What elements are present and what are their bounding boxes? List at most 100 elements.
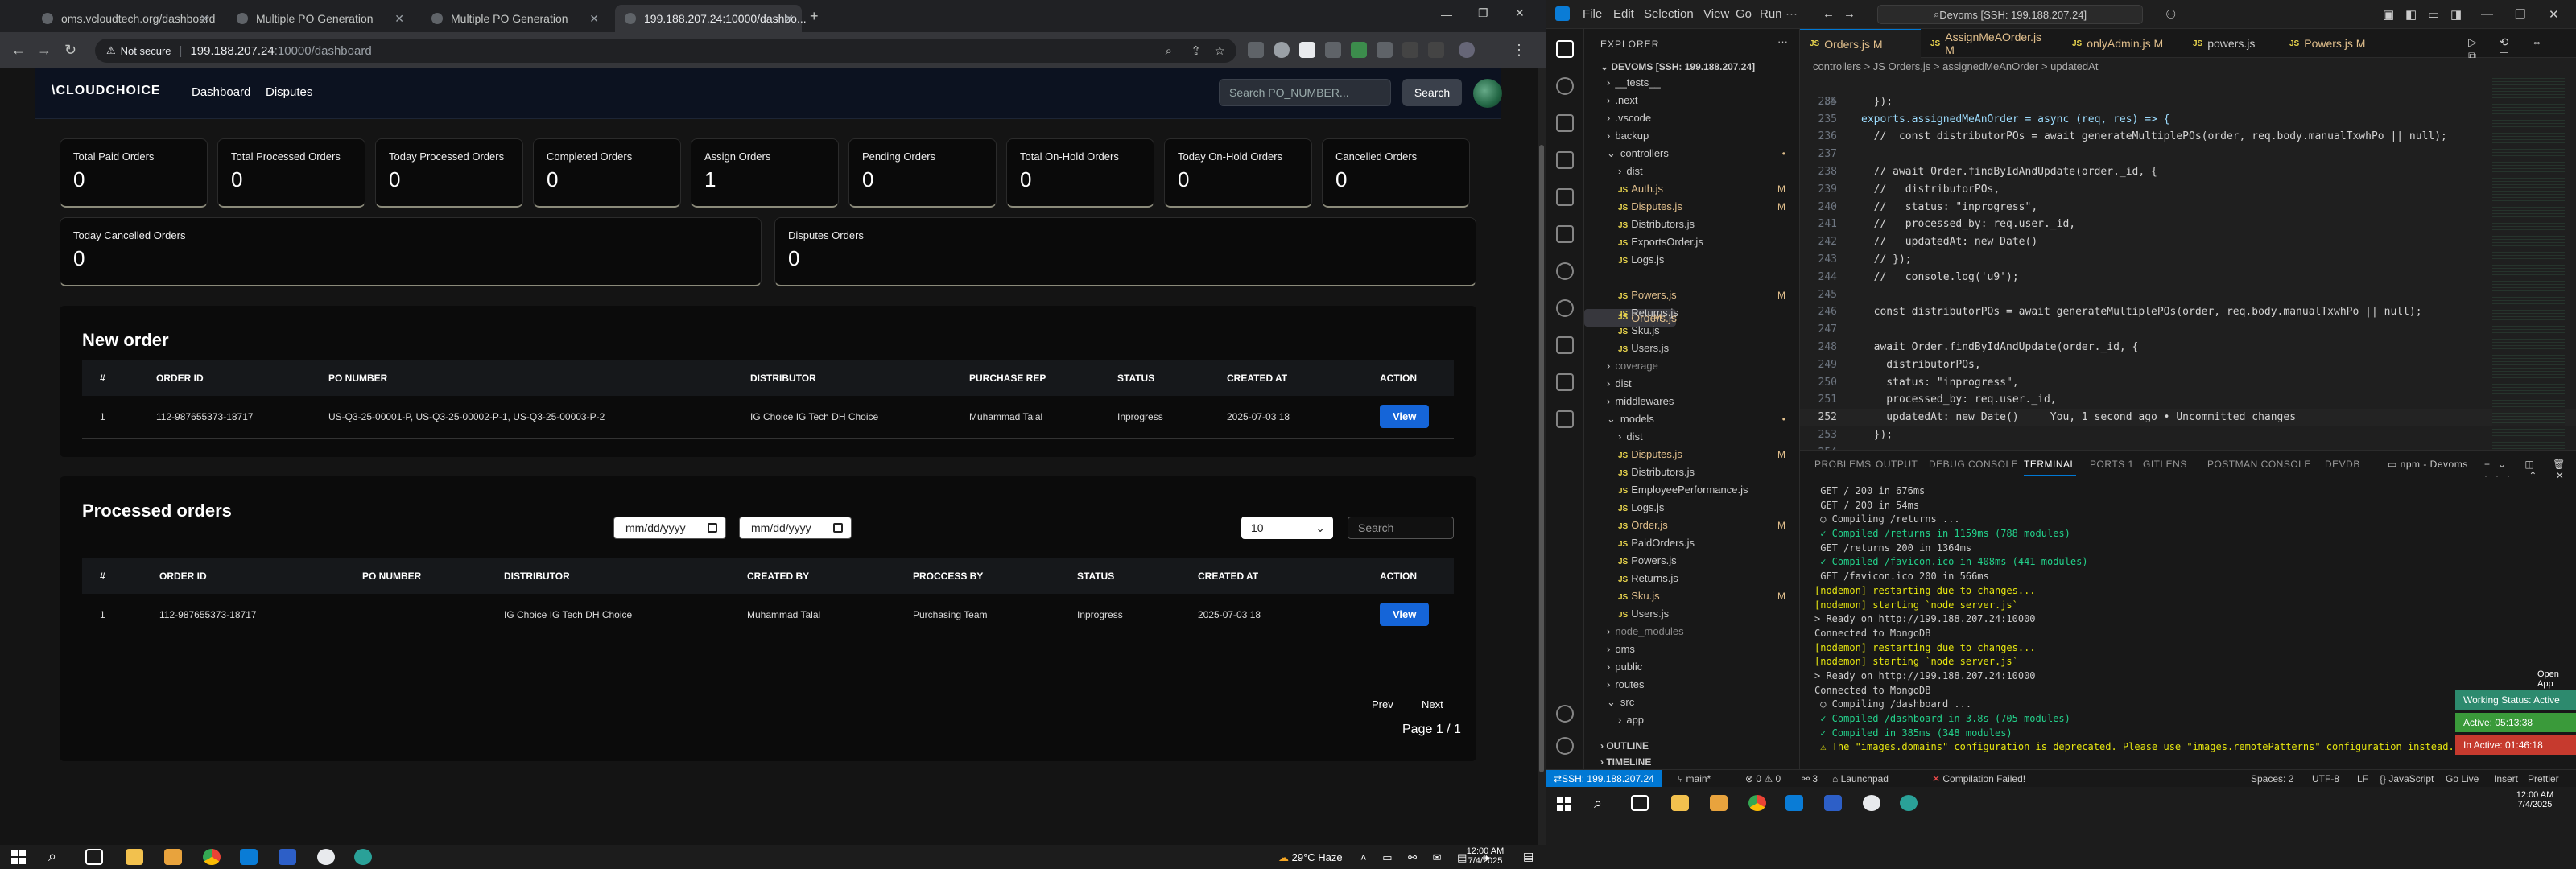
folder-item[interactable]: › oms bbox=[1584, 640, 1800, 658]
open-app-link[interactable]: Open App bbox=[2537, 669, 2576, 689]
folder-item[interactable]: › middlewares bbox=[1584, 393, 1800, 410]
branch-indicator[interactable]: ⑂ main* bbox=[1678, 773, 1711, 785]
file-item[interactable]: JS Users.js bbox=[1584, 605, 1800, 623]
problems-indicator[interactable]: ⊗ 0 ⚠ 0 bbox=[1745, 773, 1781, 785]
chrome-icon[interactable] bbox=[1748, 795, 1766, 811]
terminal-selector[interactable]: ▭ npm - Devoms bbox=[2388, 459, 2468, 470]
store-icon[interactable] bbox=[164, 849, 182, 865]
app-logo[interactable]: \CLOUDCHOICE bbox=[52, 84, 161, 98]
compile-status[interactable]: ✕ Compilation Failed! bbox=[1932, 773, 2025, 785]
chrome-icon[interactable] bbox=[203, 849, 221, 865]
code-line[interactable]: 245 bbox=[1800, 286, 2576, 304]
code-line[interactable]: 237 bbox=[1800, 146, 2576, 163]
next-button[interactable]: Next bbox=[1422, 698, 1443, 710]
search-icon[interactable] bbox=[1556, 77, 1574, 95]
task-view-icon[interactable] bbox=[85, 849, 103, 865]
folder-item[interactable]: › app bbox=[1584, 711, 1800, 729]
end-date-input[interactable]: mm/dd/yyyy bbox=[739, 517, 852, 539]
layout-icon[interactable]: ◨ bbox=[2450, 7, 2462, 22]
panel-tab-problems[interactable]: PROBLEMS bbox=[1814, 459, 1872, 470]
profile-icon[interactable] bbox=[1459, 42, 1475, 58]
code-line[interactable]: 240 // status: "inprogress", bbox=[1800, 199, 2576, 216]
command-center-search[interactable]: ⌕ Devoms [SSH: 199.188.207.24] bbox=[1877, 5, 2143, 24]
browser-tab[interactable]: Multiple PO Generation ✕ bbox=[422, 5, 607, 32]
folder-item[interactable]: ⌄ src bbox=[1584, 694, 1800, 711]
file-item[interactable]: JS ExportsOrder.js bbox=[1584, 233, 1800, 251]
po-search-input[interactable]: Search PO_NUMBER... bbox=[1219, 79, 1391, 106]
folder-item[interactable]: › __tests__ bbox=[1584, 74, 1800, 92]
layout-icon[interactable]: ▭ bbox=[2428, 7, 2439, 22]
editor-tab[interactable]: JS powers.js bbox=[2183, 29, 2280, 58]
code-line[interactable]: 253 }); bbox=[1800, 426, 2576, 444]
encoding-indicator[interactable]: UTF-8 bbox=[2312, 773, 2339, 785]
windows-start-icon[interactable] bbox=[11, 850, 26, 864]
search-icon[interactable]: ⌕ bbox=[1594, 795, 1612, 811]
database-icon[interactable] bbox=[1556, 373, 1574, 391]
prettier-status[interactable]: Prettier bbox=[2528, 773, 2559, 785]
forward-icon[interactable]: → bbox=[1843, 7, 1856, 21]
maximize-icon[interactable]: ❐ bbox=[1478, 6, 1488, 20]
file-item[interactable]: JS Distributors.js bbox=[1584, 463, 1800, 481]
layout-icon[interactable]: ◧ bbox=[2405, 7, 2417, 22]
file-item[interactable]: JS Distributors.js bbox=[1584, 216, 1800, 233]
file-item[interactable]: JS Order.js M bbox=[1584, 517, 1800, 534]
extension-icon[interactable] bbox=[1325, 42, 1341, 58]
folder-item[interactable]: ⌄ models • bbox=[1584, 410, 1800, 428]
language-indicator[interactable]: {} JavaScript bbox=[2380, 773, 2434, 785]
more-icon[interactable]: ··· bbox=[1777, 35, 1788, 47]
code-line[interactable]: 242 // updatedAt: new Date() bbox=[1800, 233, 2576, 251]
panel-tab-ports[interactable]: PORTS 1 bbox=[2090, 459, 2134, 470]
panel-tab-postman[interactable]: POSTMAN CONSOLE bbox=[2207, 459, 2311, 470]
url-bar[interactable]: ⚠ Not secure | 199.188.207.24:10000/dash… bbox=[95, 39, 1236, 63]
menu-selection[interactable]: Selection bbox=[1644, 7, 1694, 21]
editor-tab-active[interactable]: JS Orders.js M bbox=[1800, 29, 1921, 58]
page-size-select[interactable]: 10 ⌄ bbox=[1241, 517, 1333, 539]
folder-item[interactable]: ⌄ controllers • bbox=[1584, 145, 1800, 163]
editor-tab[interactable]: JS AssignMeAOrder.js M bbox=[1921, 29, 2062, 58]
bookmark-star-icon[interactable]: ☆ bbox=[1215, 43, 1225, 58]
code-line[interactable]: 246 const distributorPOs = await generat… bbox=[1800, 303, 2576, 321]
search-button[interactable]: Search bbox=[1402, 79, 1462, 106]
file-item[interactable]: JS Disputes.js M bbox=[1584, 198, 1800, 216]
start-date-input[interactable]: mm/dd/yyyy bbox=[613, 517, 726, 539]
app-icon[interactable] bbox=[354, 849, 372, 865]
panel-tab-debug[interactable]: DEBUG CONSOLE bbox=[1929, 459, 2018, 470]
minimap[interactable] bbox=[2492, 76, 2565, 450]
extension-icon[interactable] bbox=[1248, 42, 1264, 58]
extensions-icon[interactable] bbox=[1556, 188, 1574, 206]
file-item[interactable]: JS Users.js bbox=[1584, 340, 1800, 357]
eol-indicator[interactable]: LF bbox=[2357, 773, 2368, 785]
share-icon[interactable]: ⇪ bbox=[1191, 43, 1201, 58]
editor-tab[interactable]: JS onlyAdmin.js M bbox=[2062, 29, 2183, 58]
clock[interactable]: 12:00 AM 7/4/2025 bbox=[1459, 846, 1512, 866]
close-icon[interactable]: ✕ bbox=[200, 12, 209, 26]
code-line[interactable]: 235 bbox=[1800, 111, 2576, 129]
puzzle-icon[interactable] bbox=[1428, 42, 1444, 58]
folder-item[interactable]: › coverage bbox=[1584, 357, 1800, 375]
explorer-icon[interactable] bbox=[1556, 40, 1574, 58]
nav-disputes[interactable]: Disputes bbox=[266, 85, 312, 99]
minimize-icon[interactable]: — bbox=[1441, 8, 1452, 21]
code-line[interactable]: 248 await Order.findByIdAndUpdate(order.… bbox=[1800, 339, 2576, 356]
extension-icon[interactable] bbox=[1377, 42, 1393, 58]
go-live-button[interactable]: Go Live bbox=[2446, 773, 2479, 785]
file-item[interactable]: JS Powers.js M bbox=[1584, 286, 1800, 304]
app-icon[interactable] bbox=[1863, 795, 1880, 811]
gitlens-icon[interactable] bbox=[1556, 299, 1574, 317]
task-view-icon[interactable] bbox=[1631, 795, 1649, 811]
clock[interactable]: 12:00 AM 7/4/2025 bbox=[2508, 790, 2562, 809]
code-line[interactable]: 250 status: "inprogress", bbox=[1800, 374, 2576, 392]
file-item[interactable]: JS Auth.js M bbox=[1584, 180, 1800, 198]
folder-item[interactable]: › .next bbox=[1584, 92, 1800, 109]
reload-icon[interactable]: ↻ bbox=[64, 42, 76, 59]
calendar-icon[interactable] bbox=[833, 523, 843, 533]
view-button[interactable]: View bbox=[1380, 603, 1430, 627]
code-line[interactable]: 249 distributorPOs, bbox=[1800, 356, 2576, 374]
file-item[interactable]: JS PaidOrders.js bbox=[1584, 534, 1800, 552]
terminal-actions[interactable]: +⌄ ◫ 🗑 ··· ⌃ ✕ bbox=[2484, 459, 2576, 481]
editor-tab[interactable]: JS Powers.js M bbox=[2280, 29, 2384, 58]
folder-item[interactable]: › .vscode bbox=[1584, 109, 1800, 127]
file-item[interactable]: JS Returns.js bbox=[1584, 570, 1800, 587]
code-line[interactable]: 252 updatedAt: new Date() You, 1 second … bbox=[1800, 409, 2576, 426]
extension-icon[interactable] bbox=[1351, 42, 1367, 58]
